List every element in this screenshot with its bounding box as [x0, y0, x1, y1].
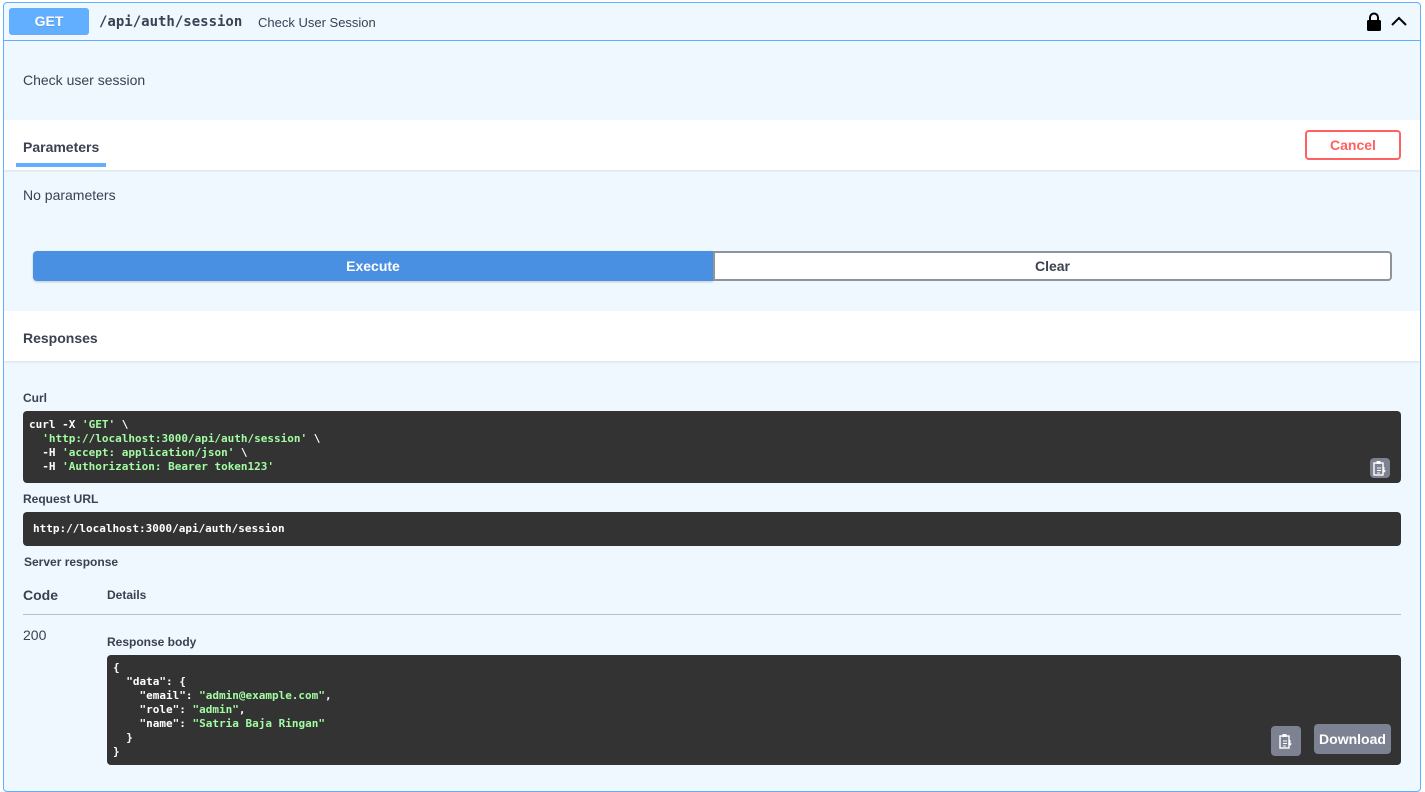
operation-path: /api/auth/session [99, 14, 243, 30]
cancel-button[interactable]: Cancel [1305, 130, 1401, 160]
response-body-label: Response body [107, 635, 197, 649]
table-divider [23, 614, 1401, 615]
copy-icon [1279, 734, 1292, 749]
method-badge: GET [9, 8, 89, 35]
execute-wrapper: Execute Clear [33, 251, 1392, 281]
responses-title: Responses [23, 330, 98, 346]
lock-icon[interactable] [1366, 12, 1382, 32]
json-line: "email": "admin@example.com", [113, 689, 332, 702]
response-body-block: { "data": { "email": "admin@example.com"… [107, 655, 1401, 765]
curl-block: curl -X 'GET' \ 'http://localhost:3000/a… [23, 411, 1401, 483]
copy-icon [1373, 461, 1386, 476]
responses-header: Responses [4, 311, 1420, 361]
clear-button[interactable]: Clear [713, 251, 1392, 281]
chevron-up-icon[interactable] [1390, 14, 1408, 28]
curl-line: curl -X 'GET' \ [29, 418, 129, 431]
operation-summary[interactable]: GET /api/auth/session Check User Session [4, 3, 1420, 41]
operation-block: GET /api/auth/session Check User Session… [3, 2, 1421, 792]
operation-summary-text: Check User Session [258, 15, 376, 30]
curl-line: 'http://localhost:3000/api/auth/session'… [42, 432, 321, 445]
tab-parameters-label: Parameters [23, 139, 100, 155]
request-url-label: Request URL [23, 492, 99, 506]
json-line: "role": "admin", [113, 703, 246, 716]
json-line: { [113, 661, 120, 674]
code-column-header: Code [23, 587, 58, 603]
tab-parameters[interactable]: Parameters [16, 120, 106, 167]
request-url-value: http://localhost:3000/api/auth/session [33, 522, 285, 535]
request-url-block: http://localhost:3000/api/auth/session [23, 512, 1401, 546]
json-line: "data": { [113, 675, 186, 688]
json-line: "name": "Satria Baja Ringan" [113, 717, 325, 730]
curl-label: Curl [23, 391, 47, 405]
operation-description: Check user session [23, 72, 146, 88]
curl-line: -H 'accept: application/json' \ [29, 446, 248, 459]
json-line: } [113, 745, 120, 758]
json-line: } [113, 731, 133, 744]
response-code: 200 [23, 627, 47, 643]
details-column-header: Details [107, 588, 147, 602]
execute-button[interactable]: Execute [33, 251, 713, 281]
curl-line: -H 'Authorization: Bearer token123' [29, 460, 275, 473]
parameters-header: Parameters Cancel [4, 120, 1420, 170]
download-button[interactable]: Download [1314, 724, 1391, 754]
copy-response-button[interactable] [1271, 726, 1301, 756]
no-parameters-text: No parameters [23, 187, 116, 203]
copy-curl-button[interactable] [1370, 458, 1390, 478]
server-response-label: Server response [24, 555, 119, 569]
